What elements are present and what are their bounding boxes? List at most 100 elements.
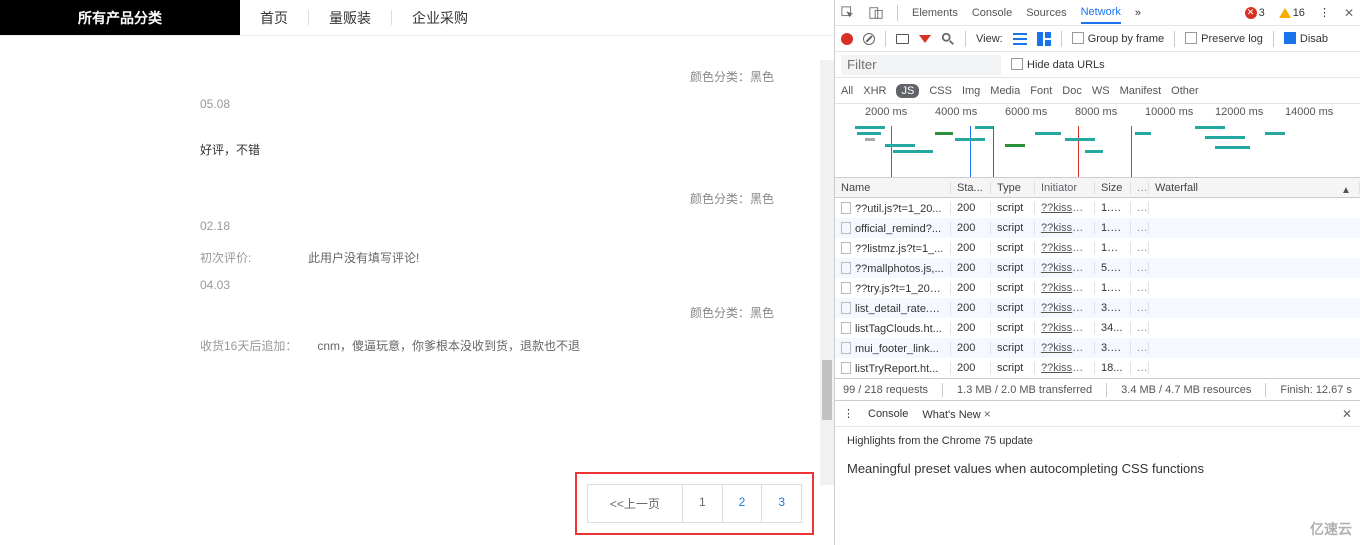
device-toggle-icon[interactable] xyxy=(869,6,883,20)
warning-count[interactable]: 16 xyxy=(1279,7,1305,19)
tab-console[interactable]: Console xyxy=(972,7,1012,19)
type-tab-manifest[interactable]: Manifest xyxy=(1120,85,1162,97)
tab-network[interactable]: Network xyxy=(1081,6,1121,24)
type-tab-js[interactable]: JS xyxy=(896,84,919,98)
network-timeline[interactable]: 2000 ms 4000 ms 6000 ms 8000 ms 10000 ms… xyxy=(835,104,1360,178)
more-tabs-icon[interactable]: » xyxy=(1135,7,1141,19)
col-size[interactable]: Size xyxy=(1095,182,1131,194)
cell-status: 200 xyxy=(951,362,991,374)
hide-data-urls-checkbox[interactable]: Hide data URLs xyxy=(1011,58,1105,71)
type-tab-media[interactable]: Media xyxy=(990,85,1020,97)
drawer-tab-whatsnew[interactable]: What's New × xyxy=(922,407,990,421)
table-row[interactable]: ??try.js?t=1_201...200script??kissy/...1… xyxy=(835,278,1360,298)
nav-category[interactable]: 所有产品分类 xyxy=(0,0,240,35)
table-row[interactable]: ??mallphotos.js,...200script??kissy/...5… xyxy=(835,258,1360,278)
view-label: View: xyxy=(976,33,1003,45)
scrollbar-thumb[interactable] xyxy=(822,360,832,420)
table-body: ??util.js?t=1_20...200script??kissy/...1… xyxy=(835,198,1360,378)
filter-icon[interactable] xyxy=(919,35,931,43)
cell-more: ... xyxy=(1131,262,1149,274)
cell-initiator[interactable]: ??kissy/... xyxy=(1035,242,1095,254)
disable-cache-checkbox[interactable]: Disab xyxy=(1284,32,1328,45)
initial-review-label: 初次评价: xyxy=(200,249,288,266)
cell-initiator[interactable]: ??kissy/... xyxy=(1035,322,1095,334)
view-list-icon[interactable] xyxy=(1013,32,1027,46)
table-row[interactable]: listTagClouds.ht...200script??kissy/...3… xyxy=(835,318,1360,338)
type-tab-font[interactable]: Font xyxy=(1030,85,1052,97)
type-tab-css[interactable]: CSS xyxy=(929,85,952,97)
watermark-logo: 亿速云 xyxy=(1310,519,1352,539)
col-initiator[interactable]: Initiator xyxy=(1035,182,1095,194)
cell-initiator[interactable]: ??kissy/... xyxy=(1035,302,1095,314)
network-filter-row: Hide data URLs xyxy=(835,52,1360,78)
table-row[interactable]: ??listmz.js?t=1_...200script??kissy/...1… xyxy=(835,238,1360,258)
followup-review-text: cnm，傻逼玩意，你爹根本没收到货，退款也不退 xyxy=(317,337,580,354)
drawer-tab-console[interactable]: Console xyxy=(868,408,908,420)
table-row[interactable]: mui_footer_link...200script??kissy/...3.… xyxy=(835,338,1360,358)
col-name[interactable]: Name xyxy=(835,182,951,194)
separator xyxy=(897,5,898,21)
col-more[interactable]: ... xyxy=(1131,182,1149,194)
color-filter-value: 黑色 xyxy=(750,306,774,320)
kebab-menu-icon[interactable]: ⋮ xyxy=(1319,6,1330,19)
color-filter: 颜色分类：黑色 xyxy=(200,56,794,85)
error-count[interactable]: ✕3 xyxy=(1245,7,1265,19)
nav-link-home[interactable]: 首页 xyxy=(240,0,308,35)
pager-page-1[interactable]: 1 xyxy=(682,485,722,522)
cell-more: ... xyxy=(1131,322,1149,334)
screenshot-icon[interactable] xyxy=(896,34,909,44)
pager-page-2[interactable]: 2 xyxy=(722,485,762,522)
whatsnew-item-title: Meaningful preset values when autocomple… xyxy=(847,461,1348,476)
cell-name: official_remind?... xyxy=(835,222,951,235)
nav-link-enterprise[interactable]: 企业采购 xyxy=(392,0,488,35)
cell-size: 1.7... xyxy=(1095,282,1131,294)
type-tab-ws[interactable]: WS xyxy=(1092,85,1110,97)
view-frame-icon[interactable] xyxy=(1037,32,1051,46)
cell-initiator[interactable]: ??kissy/... xyxy=(1035,222,1095,234)
pager-prev[interactable]: <<上一页 xyxy=(588,485,682,522)
tab-elements[interactable]: Elements xyxy=(912,7,958,19)
cell-initiator[interactable]: ??kissy/... xyxy=(1035,282,1095,294)
cell-size: 1.6... xyxy=(1095,222,1131,234)
table-row[interactable]: list_detail_rate.h...200script??kissy/..… xyxy=(835,298,1360,318)
search-icon[interactable] xyxy=(941,32,955,46)
type-tab-all[interactable]: All xyxy=(841,85,853,97)
file-icon xyxy=(841,262,851,274)
record-icon[interactable] xyxy=(841,33,853,45)
hide-data-urls-label: Hide data URLs xyxy=(1027,59,1105,71)
page-scrollbar[interactable] xyxy=(820,60,834,485)
drawer-kebab-icon[interactable]: ⋮ xyxy=(843,407,854,420)
cell-name: ??util.js?t=1_20... xyxy=(835,202,951,215)
cell-initiator[interactable]: ??kissy/... xyxy=(1035,362,1095,374)
cell-more: ... xyxy=(1131,222,1149,234)
type-tab-xhr[interactable]: XHR xyxy=(863,85,886,97)
cell-initiator[interactable]: ??kissy/... xyxy=(1035,262,1095,274)
tab-close-icon[interactable]: × xyxy=(984,407,991,421)
tab-sources[interactable]: Sources xyxy=(1026,7,1066,19)
table-row[interactable]: ??util.js?t=1_20...200script??kissy/...1… xyxy=(835,198,1360,218)
type-tab-img[interactable]: Img xyxy=(962,85,980,97)
drawer-close-icon[interactable]: ✕ xyxy=(1342,407,1352,421)
group-by-frame-checkbox[interactable]: Group by frame xyxy=(1072,32,1164,45)
cell-type: script xyxy=(991,362,1035,374)
cell-more: ... xyxy=(1131,242,1149,254)
col-waterfall[interactable]: Waterfall▲ xyxy=(1149,182,1360,194)
preserve-log-checkbox[interactable]: Preserve log xyxy=(1185,32,1263,45)
cell-initiator[interactable]: ??kissy/... xyxy=(1035,202,1095,214)
type-tab-doc[interactable]: Doc xyxy=(1062,85,1082,97)
color-filter-label: 颜色分类： xyxy=(690,306,750,320)
col-status[interactable]: Sta... xyxy=(951,182,991,194)
table-row[interactable]: listTryReport.ht...200script??kissy/...1… xyxy=(835,358,1360,378)
pager-page-3[interactable]: 3 xyxy=(761,485,801,522)
table-row[interactable]: official_remind?...200script??kissy/...1… xyxy=(835,218,1360,238)
cell-initiator[interactable]: ??kissy/... xyxy=(1035,342,1095,354)
devtools-close-icon[interactable]: ✕ xyxy=(1344,6,1354,20)
nav-link-bulk[interactable]: 量贩装 xyxy=(309,0,391,35)
initial-review-date: 04.03 xyxy=(200,278,794,292)
type-tab-other[interactable]: Other xyxy=(1171,85,1199,97)
review-date: 05.08 xyxy=(200,97,794,111)
clear-icon[interactable] xyxy=(863,33,875,45)
filter-input[interactable] xyxy=(841,55,1001,75)
col-type[interactable]: Type xyxy=(991,182,1035,194)
inspect-icon[interactable] xyxy=(841,6,855,20)
